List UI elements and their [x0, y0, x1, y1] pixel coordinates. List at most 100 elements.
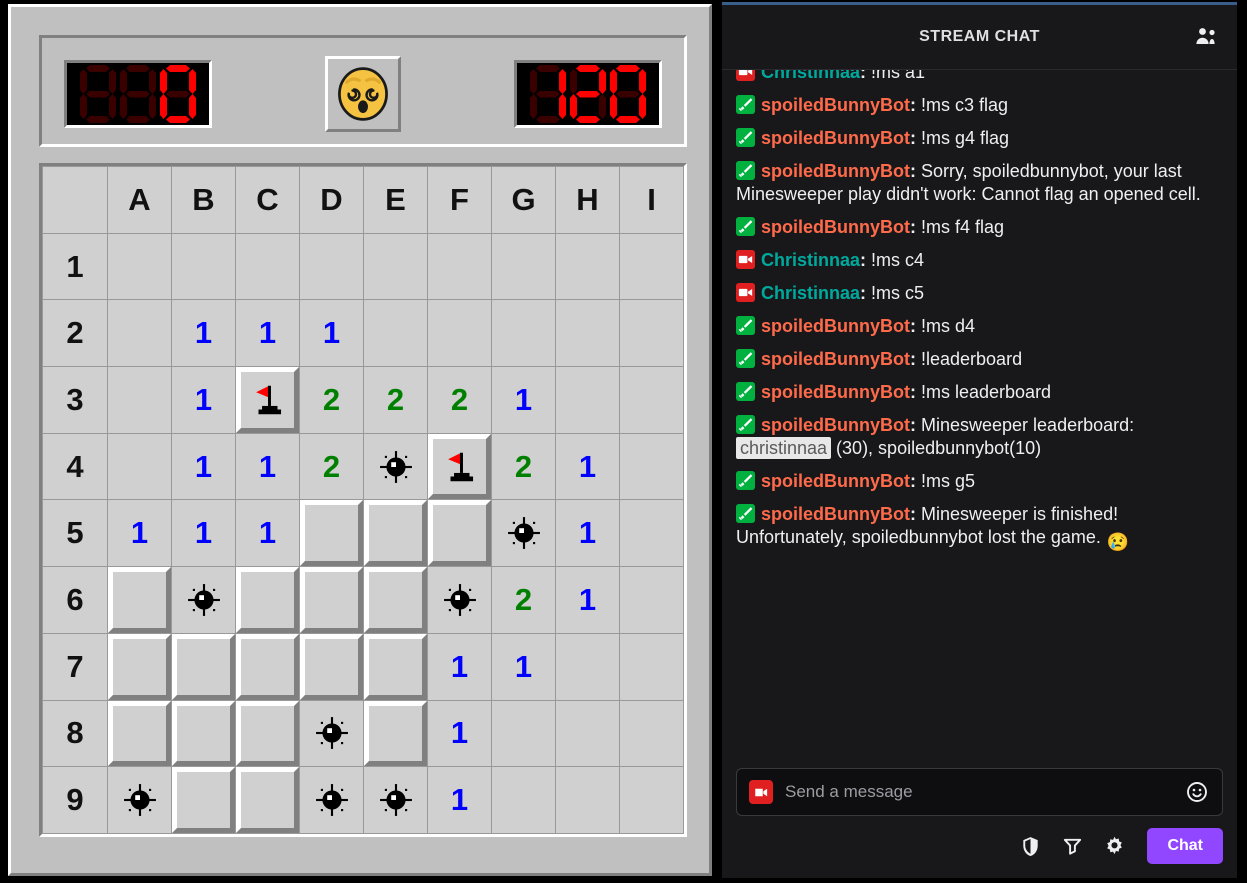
- grid-cell-a5[interactable]: 1: [107, 499, 172, 568]
- chat-message-list[interactable]: Christinnaa: !ms a1 spoiledBunnyBot: !ms …: [722, 70, 1237, 756]
- grid-cell-g7[interactable]: 1: [491, 632, 556, 701]
- grid-cell-e5[interactable]: [363, 499, 428, 568]
- grid-cell-c3[interactable]: [235, 366, 300, 434]
- grid-cell-e4[interactable]: [363, 432, 428, 501]
- send-chat-button[interactable]: Chat: [1147, 828, 1223, 864]
- grid-cell-b5[interactable]: 1: [171, 499, 236, 568]
- grid-cell-b9[interactable]: [171, 766, 236, 834]
- grid-cell-a3[interactable]: [107, 366, 172, 434]
- bits-icon[interactable]: [1059, 833, 1085, 859]
- grid-cell-b8[interactable]: [171, 699, 236, 768]
- grid-cell-f4[interactable]: [427, 432, 492, 501]
- grid-cell-d6[interactable]: [299, 566, 364, 634]
- emote-smiley-icon[interactable]: [1184, 779, 1210, 805]
- grid-cell-i5[interactable]: [619, 499, 684, 568]
- shield-icon[interactable]: [1017, 833, 1043, 859]
- grid-cell-a4[interactable]: [107, 432, 172, 501]
- grid-cell-e7[interactable]: [363, 632, 428, 701]
- grid-cell-e1[interactable]: [363, 232, 428, 301]
- grid-cell-b2[interactable]: 1: [171, 299, 236, 368]
- face-reset-button[interactable]: [325, 56, 401, 132]
- grid-cell-h1[interactable]: [555, 232, 620, 301]
- grid-cell-b6[interactable]: [171, 566, 236, 634]
- grid-cell-b3[interactable]: 1: [171, 366, 236, 434]
- grid-cell-f1[interactable]: [427, 232, 492, 301]
- viewers-icon[interactable]: [1193, 24, 1219, 50]
- grid-cell-f9[interactable]: 1: [427, 766, 492, 834]
- grid-cell-i4[interactable]: [619, 432, 684, 501]
- minesweeper-grid[interactable]: ABCDEFGHI1211131222141122151111621711819…: [42, 166, 684, 834]
- grid-cell-a7[interactable]: [107, 632, 172, 701]
- chat-input[interactable]: [783, 781, 1184, 803]
- grid-cell-a6[interactable]: [107, 566, 172, 634]
- grid-cell-c7[interactable]: [235, 632, 300, 701]
- grid-cell-a2[interactable]: [107, 299, 172, 368]
- grid-cell-f3[interactable]: 2: [427, 366, 492, 434]
- chat-username[interactable]: Christinnaa: [761, 250, 860, 270]
- grid-cell-f2[interactable]: [427, 299, 492, 368]
- grid-cell-i2[interactable]: [619, 299, 684, 368]
- grid-cell-f7[interactable]: 1: [427, 632, 492, 701]
- grid-cell-d4[interactable]: 2: [299, 432, 364, 501]
- chat-username[interactable]: spoiledBunnyBot: [761, 382, 910, 402]
- chat-username[interactable]: spoiledBunnyBot: [761, 217, 910, 237]
- grid-cell-g2[interactable]: [491, 299, 556, 368]
- grid-cell-f8[interactable]: 1: [427, 699, 492, 768]
- grid-cell-d9[interactable]: [299, 766, 364, 834]
- chat-username[interactable]: spoiledBunnyBot: [761, 161, 910, 181]
- grid-cell-g1[interactable]: [491, 232, 556, 301]
- grid-cell-g4[interactable]: 2: [491, 432, 556, 501]
- grid-cell-c8[interactable]: [235, 699, 300, 768]
- grid-cell-d1[interactable]: [299, 232, 364, 301]
- grid-cell-g9[interactable]: [491, 766, 556, 834]
- grid-cell-g8[interactable]: [491, 699, 556, 768]
- grid-cell-c6[interactable]: [235, 566, 300, 634]
- grid-cell-g5[interactable]: [491, 499, 556, 568]
- grid-cell-a9[interactable]: [107, 766, 172, 834]
- chat-username[interactable]: Christinnaa: [761, 283, 860, 303]
- grid-cell-h9[interactable]: [555, 766, 620, 834]
- grid-cell-e3[interactable]: 2: [363, 366, 428, 434]
- grid-cell-a8[interactable]: [107, 699, 172, 768]
- gear-icon[interactable]: [1101, 833, 1127, 859]
- grid-cell-i1[interactable]: [619, 232, 684, 301]
- grid-cell-d5[interactable]: [299, 499, 364, 568]
- grid-cell-h5[interactable]: 1: [555, 499, 620, 568]
- grid-cell-h2[interactable]: [555, 299, 620, 368]
- grid-cell-e8[interactable]: [363, 699, 428, 768]
- chat-username[interactable]: spoiledBunnyBot: [761, 95, 910, 115]
- grid-cell-f6[interactable]: [427, 566, 492, 634]
- chat-username[interactable]: spoiledBunnyBot: [761, 471, 910, 491]
- grid-cell-e9[interactable]: [363, 766, 428, 834]
- grid-cell-d7[interactable]: [299, 632, 364, 701]
- grid-cell-h3[interactable]: [555, 366, 620, 434]
- grid-cell-b1[interactable]: [171, 232, 236, 301]
- grid-cell-c1[interactable]: [235, 232, 300, 301]
- grid-cell-c4[interactable]: 1: [235, 432, 300, 501]
- grid-cell-i9[interactable]: [619, 766, 684, 834]
- grid-cell-f5[interactable]: [427, 499, 492, 568]
- grid-cell-a1[interactable]: [107, 232, 172, 301]
- grid-cell-h7[interactable]: [555, 632, 620, 701]
- grid-cell-d3[interactable]: 2: [299, 366, 364, 434]
- chat-username[interactable]: spoiledBunnyBot: [761, 349, 910, 369]
- grid-cell-h6[interactable]: 1: [555, 566, 620, 634]
- grid-cell-i7[interactable]: [619, 632, 684, 701]
- grid-cell-e2[interactable]: [363, 299, 428, 368]
- grid-cell-e6[interactable]: [363, 566, 428, 634]
- grid-cell-c2[interactable]: 1: [235, 299, 300, 368]
- grid-cell-h4[interactable]: 1: [555, 432, 620, 501]
- grid-cell-b7[interactable]: [171, 632, 236, 701]
- grid-cell-d8[interactable]: [299, 699, 364, 768]
- chat-username[interactable]: spoiledBunnyBot: [761, 128, 910, 148]
- chat-username[interactable]: spoiledBunnyBot: [761, 415, 910, 435]
- chat-username[interactable]: spoiledBunnyBot: [761, 316, 910, 336]
- grid-cell-i3[interactable]: [619, 366, 684, 434]
- grid-cell-i6[interactable]: [619, 566, 684, 634]
- grid-cell-c5[interactable]: 1: [235, 499, 300, 568]
- chat-username[interactable]: spoiledBunnyBot: [761, 504, 910, 524]
- grid-cell-g6[interactable]: 2: [491, 566, 556, 634]
- grid-cell-i8[interactable]: [619, 699, 684, 768]
- grid-cell-b4[interactable]: 1: [171, 432, 236, 501]
- grid-cell-c9[interactable]: [235, 766, 300, 834]
